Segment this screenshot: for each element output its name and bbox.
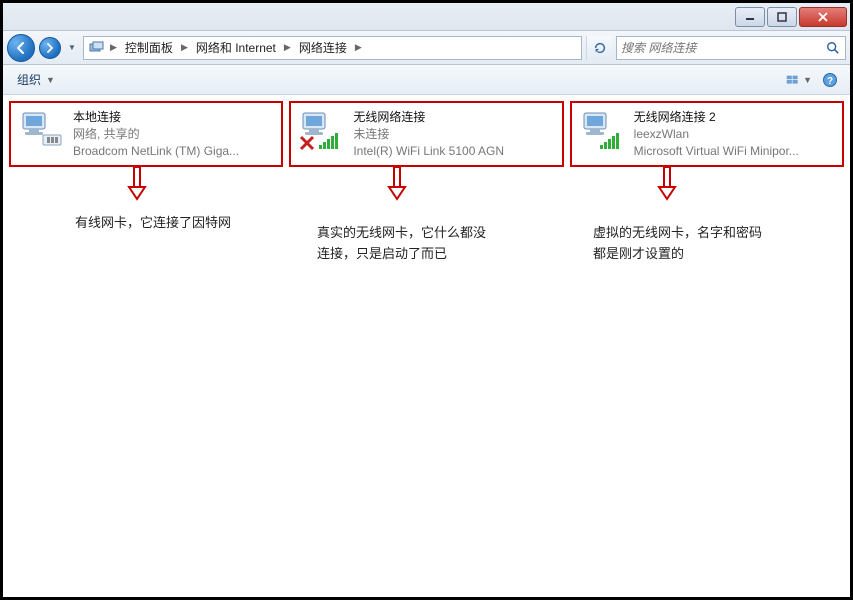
address-bar[interactable]: ▶ 控制面板 ▶ 网络和 Internet ▶ 网络连接 ▶ bbox=[83, 36, 582, 60]
wireless-adapter-icon bbox=[299, 109, 345, 151]
navbar: ▼ ▶ 控制面板 ▶ 网络和 Internet ▶ 网络连接 ▶ bbox=[3, 31, 850, 65]
close-button[interactable] bbox=[799, 7, 847, 27]
annotation-text: 虚拟的无线网卡，名字和密码都是刚才设置的 bbox=[593, 223, 763, 265]
nav-forward-button[interactable] bbox=[39, 37, 61, 59]
maximize-button[interactable] bbox=[767, 7, 797, 27]
chevron-right-icon: ▶ bbox=[353, 42, 364, 53]
command-bar: 组织 ▼ ▼ ? bbox=[3, 65, 850, 95]
connection-text: 无线网络连接 未连接 Intel(R) WiFi Link 5100 AGN bbox=[353, 109, 553, 159]
organize-label: 组织 bbox=[17, 71, 41, 88]
chevron-down-icon: ▼ bbox=[44, 75, 57, 85]
network-center-icon bbox=[88, 39, 106, 57]
search-icon[interactable] bbox=[825, 40, 841, 56]
chevron-right-icon: ▶ bbox=[282, 42, 293, 53]
chevron-down-icon: ▼ bbox=[801, 75, 814, 85]
annotation-text: 有线网卡，它连接了因特网 bbox=[75, 213, 235, 234]
nav-history-dropdown[interactable]: ▼ bbox=[65, 38, 79, 58]
error-overlay-icon bbox=[301, 137, 313, 149]
connection-item[interactable]: 无线网络连接 未连接 Intel(R) WiFi Link 5100 AGN bbox=[289, 101, 563, 167]
connection-device: Intel(R) WiFi Link 5100 AGN bbox=[353, 143, 553, 160]
annotation-arrow-icon bbox=[387, 167, 407, 197]
breadcrumb-item[interactable]: 控制面板 bbox=[121, 37, 177, 59]
breadcrumb-item[interactable]: 网络连接 bbox=[295, 37, 351, 59]
signal-bars-icon bbox=[319, 133, 338, 149]
view-options-button[interactable]: ▼ bbox=[786, 69, 814, 91]
ethernet-adapter-icon bbox=[19, 109, 65, 151]
svg-text:?: ? bbox=[827, 76, 833, 87]
wireless-adapter-icon bbox=[580, 109, 626, 151]
connection-status: 网络, 共享的 bbox=[73, 126, 273, 143]
search-box[interactable] bbox=[616, 36, 846, 60]
breadcrumb-item[interactable]: 网络和 Internet bbox=[192, 37, 280, 59]
refresh-button[interactable] bbox=[586, 36, 612, 60]
chevron-right-icon: ▶ bbox=[179, 42, 190, 53]
organize-menu[interactable]: 组织 ▼ bbox=[9, 68, 65, 91]
annotation-arrow-icon bbox=[657, 167, 677, 197]
nav-back-button[interactable] bbox=[7, 34, 35, 62]
connection-text: 无线网络连接 2 leexzWlan Microsoft Virtual WiF… bbox=[634, 109, 834, 159]
connection-item[interactable]: 无线网络连接 2 leexzWlan Microsoft Virtual WiF… bbox=[570, 101, 844, 167]
connection-item[interactable]: 本地连接 网络, 共享的 Broadcom NetLink (TM) Giga.… bbox=[9, 101, 283, 167]
connection-title: 无线网络连接 2 bbox=[634, 109, 834, 126]
connection-title: 无线网络连接 bbox=[353, 109, 553, 126]
connection-status: leexzWlan bbox=[634, 126, 834, 143]
connection-device: Broadcom NetLink (TM) Giga... bbox=[73, 143, 273, 160]
connection-device: Microsoft Virtual WiFi Minipor... bbox=[634, 143, 834, 160]
minimize-button[interactable] bbox=[735, 7, 765, 27]
connection-title: 本地连接 bbox=[73, 109, 273, 126]
titlebar bbox=[3, 3, 850, 31]
connection-text: 本地连接 网络, 共享的 Broadcom NetLink (TM) Giga.… bbox=[73, 109, 273, 159]
help-button[interactable]: ? bbox=[816, 69, 844, 91]
annotation-arrow-icon bbox=[127, 167, 147, 197]
content-area: 本地连接 网络, 共享的 Broadcom NetLink (TM) Giga.… bbox=[3, 95, 850, 597]
chevron-right-icon: ▶ bbox=[108, 42, 119, 53]
search-input[interactable] bbox=[621, 41, 821, 55]
connections-row: 本地连接 网络, 共享的 Broadcom NetLink (TM) Giga.… bbox=[9, 101, 844, 167]
annotation-text: 真实的无线网卡，它什么都没连接，只是启动了而已 bbox=[317, 223, 497, 265]
connection-status: 未连接 bbox=[353, 126, 553, 143]
signal-bars-icon bbox=[600, 133, 619, 149]
